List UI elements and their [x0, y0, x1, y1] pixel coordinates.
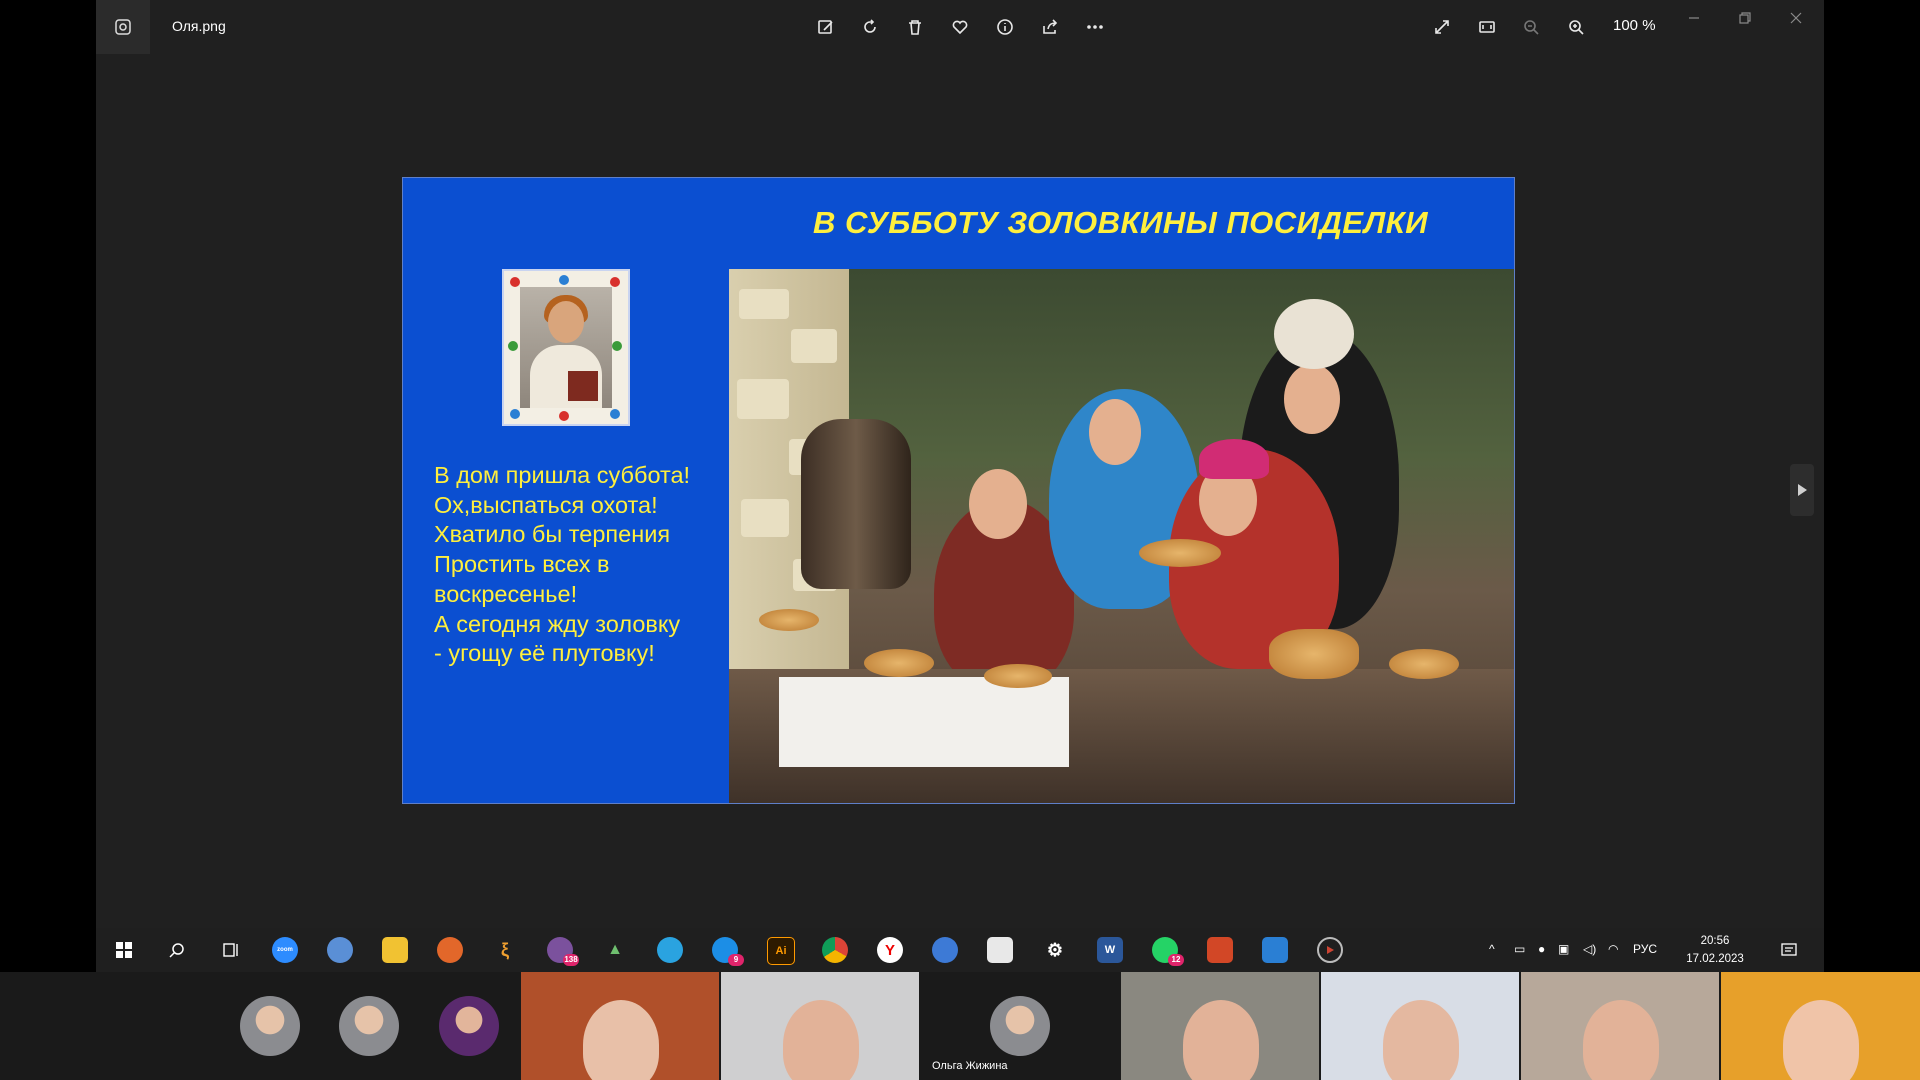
- media-player-icon[interactable]: [1317, 937, 1343, 963]
- whatsapp-badge: 12: [1168, 954, 1184, 966]
- participant-avatar[interactable]: [339, 996, 399, 1056]
- portrait-photo: [502, 269, 630, 426]
- slide-image: В СУББОТУ ЗОЛОВКИНЫ ПОСИДЕЛКИ В дом приш…: [402, 177, 1515, 804]
- whatsapp-icon[interactable]: 12: [1152, 937, 1184, 966]
- chevron-right-icon: [1798, 484, 1807, 496]
- close-icon[interactable]: [1779, 8, 1813, 28]
- poem-line: Простить всех в: [434, 551, 610, 578]
- yandex-browser-icon[interactable]: Y: [877, 937, 903, 963]
- participant-avatar[interactable]: [439, 996, 499, 1056]
- zoom-app-icon[interactable]: zoom: [272, 937, 298, 963]
- word-icon[interactable]: W: [1097, 937, 1123, 963]
- slide-title: В СУББОТУ ЗОЛОВКИНЫ ПОСИДЕЛКИ: [813, 205, 1429, 240]
- microphone-icon[interactable]: ●: [1538, 942, 1545, 956]
- participant-video[interactable]: [1121, 972, 1319, 1080]
- pen-app-icon[interactable]: ▲: [602, 937, 628, 963]
- zoom-out-icon[interactable]: [1516, 12, 1546, 42]
- edit-image-icon[interactable]: [811, 12, 841, 42]
- participant-video[interactable]: [1321, 972, 1519, 1080]
- share-icon[interactable]: [1035, 12, 1065, 42]
- poem-line: А сегодня жду золовку: [434, 610, 681, 637]
- settings-icon[interactable]: ⚙: [1042, 937, 1068, 963]
- photos-app-icon[interactable]: [96, 0, 150, 54]
- more-icon[interactable]: [1080, 12, 1110, 42]
- skype-badge: 9: [728, 954, 744, 966]
- start-button[interactable]: [111, 937, 137, 963]
- corel-app-icon[interactable]: ξ: [492, 937, 518, 963]
- rotate-icon[interactable]: [855, 12, 885, 42]
- fit-to-window-icon[interactable]: [1472, 12, 1502, 42]
- chrome-icon[interactable]: [822, 937, 848, 963]
- folk-gathering-photo: [729, 269, 1514, 803]
- zoom-level[interactable]: 100 %: [1613, 17, 1656, 34]
- poem-line: - угощу её плутовку!: [434, 640, 655, 667]
- chevron-up-icon[interactable]: ^: [1489, 942, 1495, 956]
- meet-now-icon[interactable]: ▭: [1514, 942, 1525, 956]
- participant-video[interactable]: [521, 972, 719, 1080]
- delete-icon[interactable]: [900, 12, 930, 42]
- participant-avatar: [990, 996, 1050, 1056]
- participant-video[interactable]: [1721, 972, 1920, 1080]
- network-app-icon[interactable]: [932, 937, 958, 963]
- viber-icon[interactable]: 138: [547, 937, 579, 966]
- notifications-icon[interactable]: [1776, 937, 1802, 963]
- poem-line: воскресенье!: [434, 580, 578, 607]
- info-icon[interactable]: [990, 12, 1020, 42]
- zoom-in-icon[interactable]: [1561, 12, 1591, 42]
- poem-text: В дом пришла суббота! Ох,выспаться охота…: [434, 461, 714, 669]
- participant-name: Ольга Жижина: [932, 1060, 1008, 1072]
- firefox-icon[interactable]: [437, 937, 463, 963]
- favorite-icon[interactable]: [945, 12, 975, 42]
- wifi-icon[interactable]: ◠: [1608, 942, 1618, 956]
- next-image-button[interactable]: [1790, 464, 1814, 516]
- viber-badge: 138: [563, 954, 579, 966]
- clock-date: 17.02.2023: [1686, 953, 1744, 965]
- photos-app-taskbar-icon[interactable]: [1262, 937, 1288, 963]
- title-bar: Оля.png 100 %: [96, 0, 1824, 54]
- powerpoint-icon[interactable]: [1207, 937, 1233, 963]
- participant-avatar[interactable]: [240, 996, 300, 1056]
- file-name: Оля.png: [172, 18, 226, 34]
- poem-line: Хватило бы терпения: [434, 521, 671, 548]
- minimize-icon[interactable]: [1677, 8, 1711, 28]
- poem-line: В дом пришла суббота!: [434, 462, 691, 488]
- search-icon[interactable]: [164, 937, 190, 963]
- skype-icon[interactable]: 9: [712, 937, 744, 966]
- clock-time: 20:56: [1700, 935, 1730, 947]
- paint-app-icon[interactable]: [327, 937, 353, 963]
- illustrator-icon[interactable]: Ai: [767, 937, 795, 965]
- clock[interactable]: 20:56 17.02.2023: [1682, 932, 1748, 968]
- windows-logo-icon: [116, 942, 132, 958]
- windows-taskbar: zoom ξ 138 ▲ 9 Ai Y ⚙ W 12 ^ ▭ ● ▣ ◁) ◠ …: [96, 928, 1824, 972]
- language-indicator[interactable]: РУС: [1633, 942, 1657, 956]
- restore-icon[interactable]: [1728, 8, 1762, 28]
- file-explorer-icon[interactable]: [382, 937, 408, 963]
- participant-video[interactable]: [1521, 972, 1719, 1080]
- task-view-icon[interactable]: [218, 937, 244, 963]
- participant-video[interactable]: [721, 972, 919, 1080]
- camera-icon[interactable]: ▣: [1558, 942, 1569, 956]
- poem-line: Ох,выспаться охота!: [434, 491, 658, 518]
- office-app-icon[interactable]: [987, 937, 1013, 963]
- fullscreen-icon[interactable]: [1427, 12, 1457, 42]
- volume-icon[interactable]: ◁): [1583, 942, 1596, 956]
- telegram-icon[interactable]: [657, 937, 683, 963]
